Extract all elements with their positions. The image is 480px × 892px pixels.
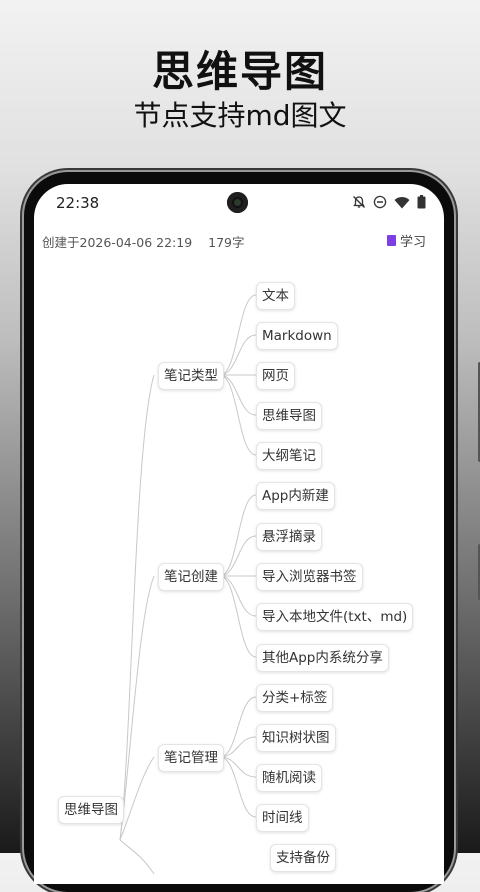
mindmap-links bbox=[119, 294, 257, 875]
leaf-node[interactable]: 知识树状图 bbox=[256, 724, 336, 752]
promo-subtitle: 节点支持md图文 bbox=[133, 99, 347, 132]
leaf-node[interactable]: 支持备份 bbox=[270, 844, 336, 872]
leaf-node[interactable]: 大纲笔记 bbox=[256, 442, 322, 470]
leaf-node[interactable]: 悬浮摘录 bbox=[256, 523, 322, 551]
branch-node[interactable]: 笔记管理 bbox=[158, 744, 224, 772]
leaf-node[interactable]: Markdown bbox=[256, 322, 338, 350]
leaf-node[interactable]: 导入浏览器书签 bbox=[256, 563, 363, 591]
branch-node[interactable]: 笔记类型 bbox=[158, 362, 224, 390]
promo-title: 思维导图 bbox=[151, 47, 328, 96]
mindmap-canvas[interactable]: 思维导图 笔记类型 笔记创建 笔记管理 文本 Markdown 网页 思维导图 … bbox=[34, 184, 444, 884]
branch-node[interactable]: 笔记创建 bbox=[158, 563, 224, 591]
leaf-node[interactable]: 分类+标签 bbox=[256, 684, 334, 712]
leaf-node[interactable]: 网页 bbox=[256, 362, 295, 390]
leaf-node[interactable]: 时间线 bbox=[256, 804, 309, 832]
leaf-node[interactable]: 文本 bbox=[256, 282, 295, 310]
app-screen: 22:38 创建于2026-04-06 22:19 179字 学习 思维导图 笔… bbox=[34, 184, 444, 884]
leaf-node[interactable]: 导入本地文件(txt、md) bbox=[256, 603, 414, 631]
phone-frame: 22:38 创建于2026-04-06 22:19 179字 学习 思维导图 笔… bbox=[24, 172, 480, 892]
leaf-node[interactable]: App内新建 bbox=[256, 482, 335, 510]
leaf-node[interactable]: 随机阅读 bbox=[256, 764, 322, 792]
leaf-node[interactable]: 其他App内系统分享 bbox=[256, 644, 389, 672]
leaf-node[interactable]: 思维导图 bbox=[256, 402, 322, 430]
root-node[interactable]: 思维导图 bbox=[58, 796, 124, 824]
